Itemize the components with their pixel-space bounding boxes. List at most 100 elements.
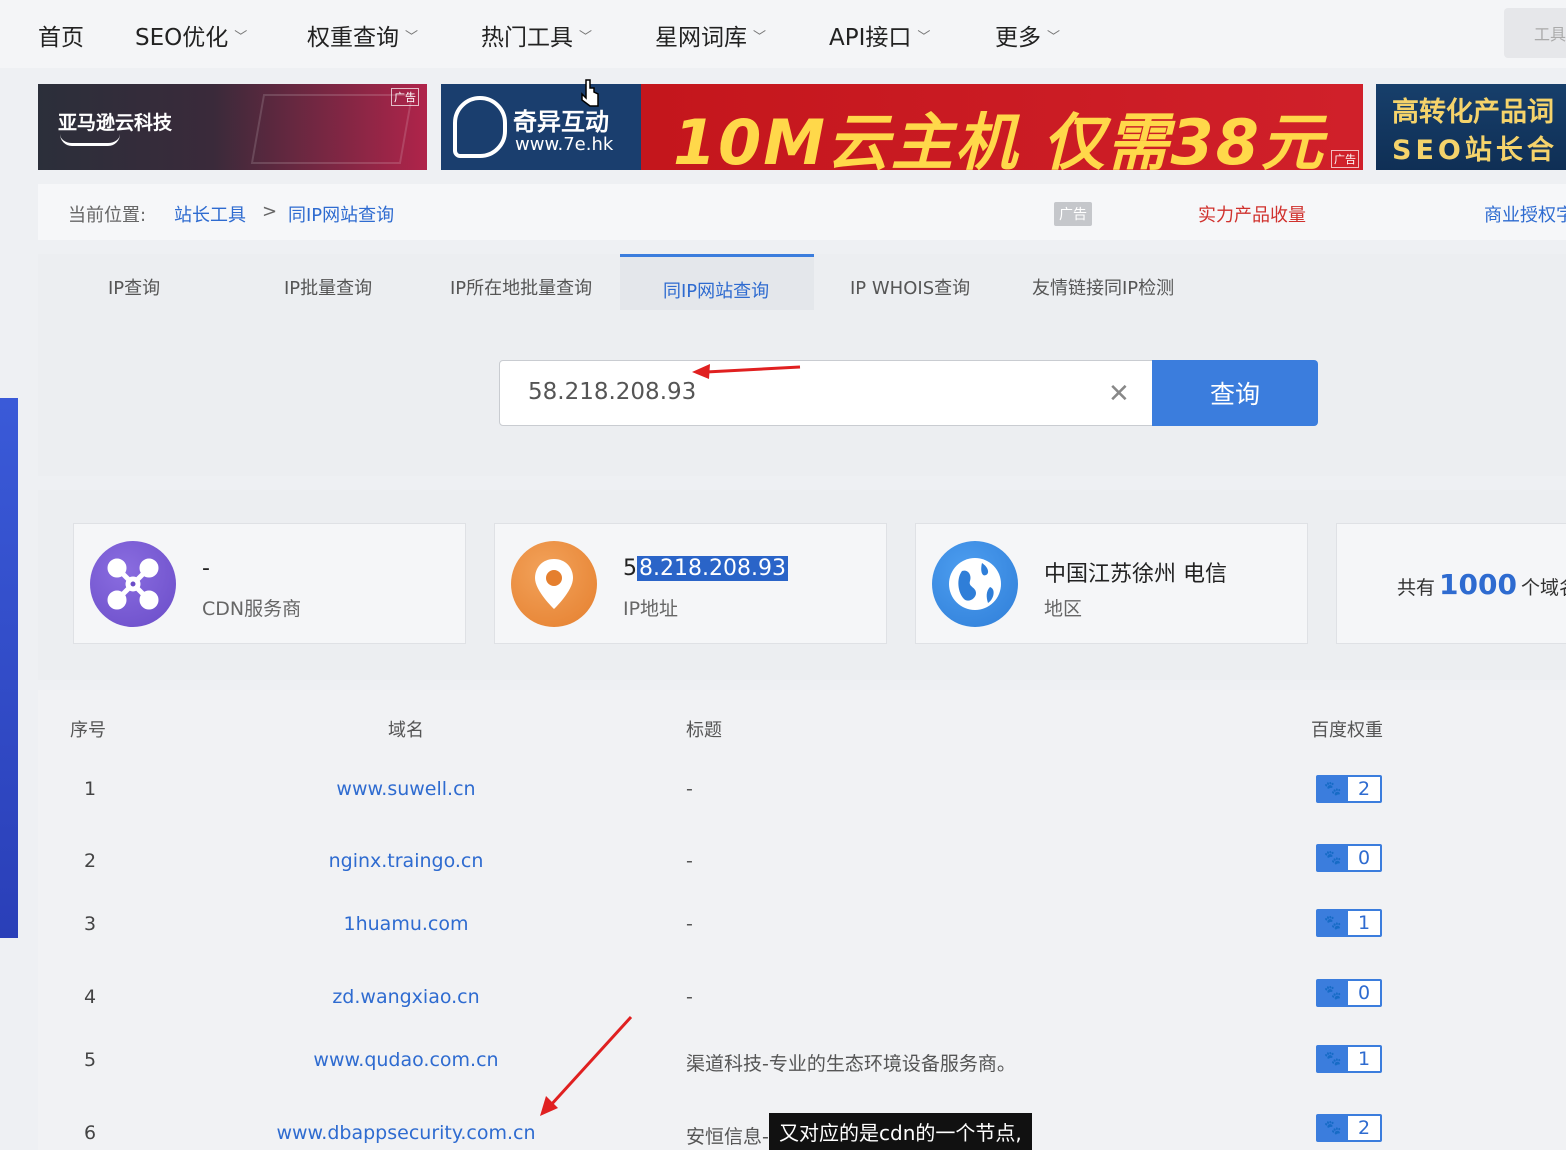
nav-home[interactable]: 首页 xyxy=(38,18,84,52)
table-row: 5 www.qudao.com.cn 渠道科技-专业的生态环境设备服务商。 🐾 1 xyxy=(38,1045,1566,1105)
tools-button[interactable]: 工具 xyxy=(1504,8,1566,58)
column-header-domain: 域名 xyxy=(388,720,424,741)
breadcrumb-link-same-ip[interactable]: 同IP网站查询 xyxy=(288,201,394,227)
region-label: 地区 xyxy=(1044,598,1083,620)
chevron-down-icon: ﹀ xyxy=(753,29,767,45)
chevron-down-icon: ﹀ xyxy=(579,29,593,45)
nav-seo[interactable]: SEO优化 ﹀ xyxy=(135,18,247,52)
query-button[interactable]: 查询 xyxy=(1152,360,1318,426)
annotation-arrow-icon xyxy=(692,364,801,379)
clear-icon[interactable]: ✕ xyxy=(1108,379,1130,409)
column-header-title: 标题 xyxy=(686,720,722,741)
network-nodes-icon xyxy=(90,541,176,627)
baidu-weight-badge[interactable]: 🐾 2 xyxy=(1316,1114,1382,1142)
baidu-weight-value: 0 xyxy=(1357,847,1371,869)
baidu-weight-value: 0 xyxy=(1357,982,1371,1004)
baidu-weight-value: 2 xyxy=(1357,1117,1371,1139)
row-index: 5 xyxy=(84,1049,97,1071)
business-license-link[interactable]: 商业授权字 xyxy=(1484,201,1566,227)
card-ip-address: 58.218.208.93 IP地址 xyxy=(494,523,887,644)
baidu-weight-value: 2 xyxy=(1357,778,1371,800)
baidu-paw-icon: 🐾 xyxy=(1318,911,1348,935)
region-value: 中国江苏徐州 电信 xyxy=(1044,562,1227,587)
breadcrumb-link-tools[interactable]: 站长工具 xyxy=(174,201,246,227)
ad-seo-line2: SEO站长合 xyxy=(1392,135,1558,166)
row-index: 3 xyxy=(84,913,97,935)
baidu-weight-badge[interactable]: 🐾 0 xyxy=(1316,979,1382,1007)
ad-banner-seo[interactable]: 高转化产品词 SEO站长合 xyxy=(1376,84,1566,170)
mouse-cursor-icon xyxy=(581,79,599,107)
chevron-down-icon: ﹀ xyxy=(405,29,419,45)
nav-home-label: 首页 xyxy=(38,25,84,51)
chevron-down-icon: ﹀ xyxy=(234,29,248,45)
globe-icon xyxy=(932,541,1018,627)
baidu-paw-icon: 🐾 xyxy=(1318,1047,1348,1071)
nav-more[interactable]: 更多 ﹀ xyxy=(995,18,1060,52)
tab-ip-whois[interactable]: IP WHOIS查询 xyxy=(850,274,970,300)
ad-tag: 广告 xyxy=(391,88,419,106)
row-domain-link[interactable]: nginx.traingo.cn xyxy=(206,850,606,872)
ip-value-prefix: 5 xyxy=(623,556,637,581)
table-row: 3 1huamu.com - 🐾 1 xyxy=(38,909,1566,969)
nav-seo-label: SEO优化 xyxy=(135,25,229,51)
breadcrumb-label: 当前位置: xyxy=(68,205,147,226)
card-cdn-provider: - CDN服务商 xyxy=(73,523,466,644)
nav-api[interactable]: API接口 ﹀ xyxy=(829,18,930,52)
baidu-weight-value: 1 xyxy=(1357,1048,1371,1070)
cdn-provider-label: CDN服务商 xyxy=(202,598,302,620)
row-index: 6 xyxy=(84,1122,97,1144)
location-pin-icon xyxy=(511,541,597,627)
promo-link[interactable]: 实力产品收量 xyxy=(1198,201,1306,227)
baidu-paw-icon: 🐾 xyxy=(1318,981,1348,1005)
nav-more-label: 更多 xyxy=(995,25,1041,51)
row-title: - xyxy=(686,913,693,935)
domain-count-number: 1000 xyxy=(1439,568,1517,601)
ip-address-value: 58.218.208.93 xyxy=(623,556,788,581)
ad-banner-amazon[interactable]: 亚马逊云科技 广告 xyxy=(38,84,427,170)
row-domain-link[interactable]: zd.wangxiao.cn xyxy=(206,986,606,1008)
row-domain-link[interactable]: 1huamu.com xyxy=(206,913,606,935)
tab-ip-location-batch[interactable]: IP所在地批量查询 xyxy=(450,274,592,300)
nav-weight[interactable]: 权重查询 ﹀ xyxy=(307,18,418,52)
cdn-provider-value: - xyxy=(202,556,210,581)
amazon-smile-icon xyxy=(60,134,120,146)
domain-count-text: 共有1000个域名 xyxy=(1397,568,1566,601)
row-domain-link[interactable]: www.dbappsecurity.com.cn xyxy=(206,1122,606,1144)
nav-keywords[interactable]: 星网词库 ﹀ xyxy=(655,18,766,52)
domain-count-suffix: 个域名 xyxy=(1520,577,1566,599)
tools-button-label: 工具 xyxy=(1534,25,1566,44)
row-title: 渠道科技-专业的生态环境设备服务商。 xyxy=(686,1053,1016,1075)
video-subtitle: 又对应的是cdn的一个节点, xyxy=(769,1113,1032,1150)
row-domain-link[interactable]: www.suwell.cn xyxy=(206,778,606,800)
baidu-weight-badge[interactable]: 🐾 0 xyxy=(1316,844,1382,872)
row-index: 1 xyxy=(84,778,97,800)
card-domain-count: 共有1000个域名 xyxy=(1336,523,1566,644)
baidu-paw-icon: 🐾 xyxy=(1318,846,1348,870)
annotation-arrow-icon xyxy=(540,1015,633,1116)
table-row: 4 zd.wangxiao.cn - 🐾 0 xyxy=(38,979,1566,1042)
baidu-paw-icon: 🐾 xyxy=(1318,1116,1348,1140)
breadcrumb-separator: > xyxy=(262,201,278,222)
tab-ip-batch-query[interactable]: IP批量查询 xyxy=(284,274,372,300)
ip-search-input[interactable]: 58.218.208.93 ✕ xyxy=(499,360,1153,426)
table-row: 2 nginx.traingo.cn - 🐾 0 xyxy=(38,844,1566,906)
chevron-down-icon: ﹀ xyxy=(917,29,931,45)
tab-same-ip-sites[interactable]: 同IP网站查询 xyxy=(663,277,769,303)
table-row: 1 www.suwell.cn - 🐾 2 xyxy=(38,774,1566,834)
baidu-weight-badge[interactable]: 🐾 1 xyxy=(1316,1045,1382,1073)
card-region: 中国江苏徐州 电信 地区 xyxy=(915,523,1308,644)
chevron-down-icon: ﹀ xyxy=(1047,29,1061,45)
baidu-paw-icon: 🐾 xyxy=(1318,777,1348,801)
ip-address-label: IP地址 xyxy=(623,598,679,620)
tab-ip-query[interactable]: IP查询 xyxy=(108,274,160,300)
ad-amazon-brand: 亚马逊云科技 xyxy=(58,112,173,134)
baidu-weight-badge[interactable]: 🐾 1 xyxy=(1316,909,1382,937)
ip-value-selected: 8.218.208.93 xyxy=(637,556,788,581)
baidu-weight-value: 1 xyxy=(1357,912,1371,934)
domain-count-prefix: 共有 xyxy=(1397,577,1436,599)
tab-friend-link-ip-check[interactable]: 友情链接同IP检测 xyxy=(1032,274,1174,300)
nav-hot-tools[interactable]: 热门工具 ﹀ xyxy=(481,18,592,52)
baidu-weight-badge[interactable]: 🐾 2 xyxy=(1316,775,1382,803)
nav-weight-label: 权重查询 xyxy=(307,25,399,51)
row-title: - xyxy=(686,850,693,872)
